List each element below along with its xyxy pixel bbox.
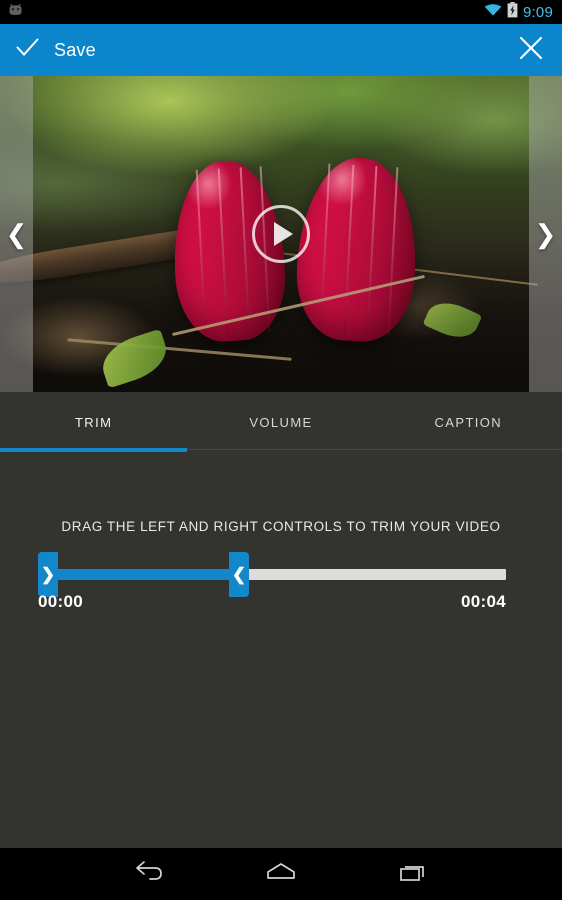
trim-start-time: 00:00 xyxy=(38,592,83,611)
close-button[interactable] xyxy=(518,35,562,66)
app-root: 9:09 Save ❮ ❯ TRIM VOLUME CAPTION DRAG T… xyxy=(0,0,562,900)
play-icon xyxy=(274,222,293,246)
save-button-label: Save xyxy=(54,39,96,60)
trim-handle-left[interactable]: ❯ xyxy=(38,552,58,597)
tab-volume[interactable]: VOLUME xyxy=(187,392,374,452)
play-button[interactable] xyxy=(252,205,310,263)
trim-slider[interactable]: ❯ ❮ xyxy=(38,552,506,597)
tab-trim-label: TRIM xyxy=(74,414,113,430)
trim-end-time: 00:04 xyxy=(461,592,506,611)
video-preview[interactable]: ❮ ❯ xyxy=(0,76,562,392)
status-bar: 9:09 xyxy=(0,0,562,24)
recents-icon xyxy=(397,860,429,889)
home-icon xyxy=(265,860,297,889)
previous-media-button[interactable]: ❮ xyxy=(0,76,33,392)
trim-time-labels: 00:00 00:04 xyxy=(38,592,506,612)
nav-home-button[interactable] xyxy=(258,851,304,897)
tab-caption[interactable]: CAPTION xyxy=(375,392,562,452)
nav-back-button[interactable] xyxy=(126,851,172,897)
battery-charging-icon xyxy=(507,1,518,23)
nav-recents-button[interactable] xyxy=(390,851,436,897)
status-bar-right: 9:09 xyxy=(484,1,562,23)
system-nav-bar xyxy=(0,848,562,900)
chevron-right-icon: ❯ xyxy=(534,219,557,249)
status-bar-left xyxy=(0,3,24,22)
tab-volume-label: VOLUME xyxy=(249,414,313,430)
save-button[interactable]: Save xyxy=(0,35,96,65)
chevron-left-icon: ❮ xyxy=(5,219,28,249)
tab-caption-label: CAPTION xyxy=(434,414,503,430)
status-bar-clock: 9:09 xyxy=(523,3,553,21)
chevron-right-icon: ❯ xyxy=(40,565,56,584)
next-media-button[interactable]: ❯ xyxy=(529,76,562,392)
check-icon xyxy=(15,35,40,65)
tab-trim[interactable]: TRIM xyxy=(0,392,187,452)
chevron-left-icon: ❮ xyxy=(231,565,247,584)
back-icon xyxy=(133,860,165,889)
trim-instruction-text: DRAG THE LEFT AND RIGHT CONTROLS TO TRIM… xyxy=(61,519,501,534)
wifi-icon xyxy=(484,3,502,22)
trim-selected-range[interactable] xyxy=(56,569,238,580)
android-robot-icon xyxy=(7,3,24,22)
app-bar: Save xyxy=(0,24,562,76)
trim-handle-right[interactable]: ❮ xyxy=(229,552,249,597)
editor-tab-bar: TRIM VOLUME CAPTION xyxy=(0,392,562,452)
close-icon xyxy=(518,35,544,66)
trim-panel: DRAG THE LEFT AND RIGHT CONTROLS TO TRIM… xyxy=(0,452,562,852)
